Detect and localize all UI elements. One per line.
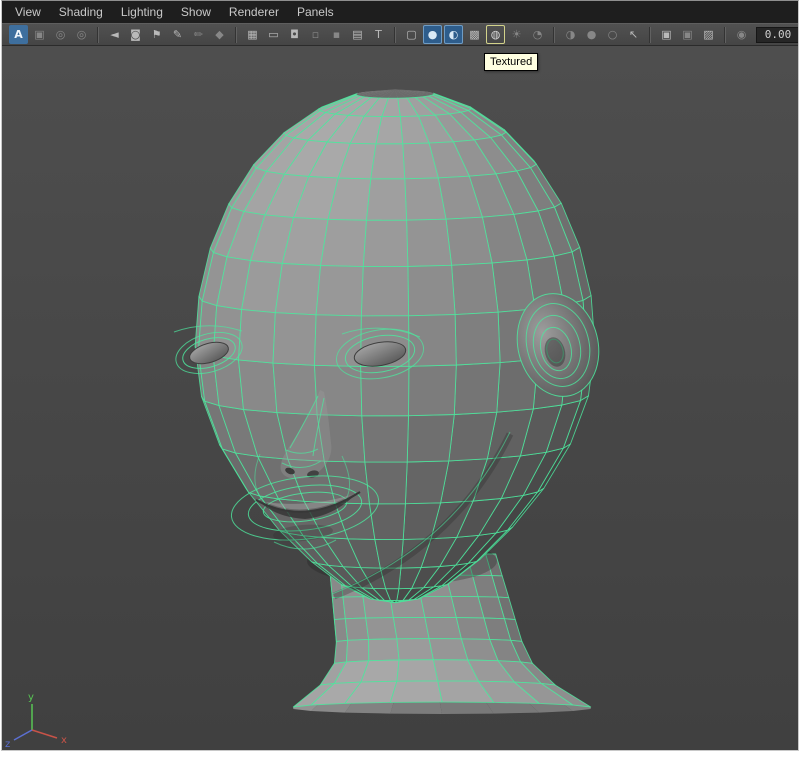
isolate-select-button[interactable]: ▣ [657,25,676,44]
two-d-pan-zoom-button[interactable]: ◆ [210,25,229,44]
film-gate-button[interactable]: ▭ [264,25,283,44]
image-plane-button[interactable]: ◄ [105,25,124,44]
toolbar-separator [553,26,555,43]
shadows-toggle-button[interactable]: ○ [603,25,622,44]
grease-pencil-frames-button[interactable]: ✏ [189,25,208,44]
all-lights-button[interactable]: ◑ [561,25,580,44]
icon-toolbar: A ▣ ◎ ◎ ◄ ◙ ⚑ ✎ ✏ ◆ ▦ ▭ ◘ ▫ ▪ ▤ T ▢ ● ◐ ▩ ◍ ☀ ◔ ◑ ● ○ ↖ ▣ ▣ ▨ ◉ [2,23,798,46]
smooth-shade-wire-display-button[interactable]: ◐ [444,25,463,44]
axis-z-label: z [5,739,10,750]
menu-view[interactable]: View [6,1,50,23]
bookmark-view-button[interactable]: ◎ [72,25,91,44]
select-camera-button[interactable]: A [9,25,28,44]
isolate-add-selected-button[interactable]: ▣ [678,25,697,44]
axis-y-label: y [28,692,34,703]
viewport-3d[interactable]: y x z [2,46,798,750]
safe-action-button[interactable]: ▤ [348,25,367,44]
resolution-gate-button[interactable]: ◘ [285,25,304,44]
gate-mask-button[interactable]: ▫ [306,25,325,44]
viewport-canvas[interactable]: y x z [2,46,798,750]
view-bookmark-flag-button[interactable]: ⚑ [147,25,166,44]
grid-toggle-button[interactable]: ▦ [243,25,262,44]
textured-display-button[interactable]: ◍ [486,25,505,44]
grease-pencil-button[interactable]: ✎ [168,25,187,44]
flat-shade-display-button[interactable]: ▩ [465,25,484,44]
channel-value-field[interactable] [756,26,798,43]
safe-title-button[interactable]: T [369,25,388,44]
toolbar-left: A ▣ ◎ ◎ ◄ ◙ ⚑ ✎ ✏ ◆ ▦ ▭ ◘ ▫ ▪ ▤ T ▢ ● ◐ ▩ ◍ ☀ ◔ ◑ ● ○ [8,25,623,44]
menubar: View Shading Lighting Show Renderer Panels [2,1,798,23]
menu-lighting[interactable]: Lighting [112,1,172,23]
image-plane-display-button[interactable]: ▨ [699,25,718,44]
toolbar-separator [724,26,726,43]
toolbar-separator [97,26,99,43]
toolbar-right: ↖ ▣ ▣ ▨ ◉ [623,25,798,44]
wireframe-display-button[interactable]: ▢ [402,25,421,44]
menu-renderer[interactable]: Renderer [220,1,288,23]
renderer-settings-button[interactable]: ◉ [732,25,751,44]
lock-camera-button[interactable]: ▣ [30,25,49,44]
tooltip-textured: Textured [484,53,539,71]
toolbar-separator [394,26,396,43]
smooth-shade-display-button[interactable]: ● [423,25,442,44]
xray-display-button[interactable]: ◔ [528,25,547,44]
menu-shading[interactable]: Shading [50,1,112,23]
toolbar-separator [649,26,651,43]
panel-window: View Shading Lighting Show Renderer Panels A ▣… [1,0,799,751]
menu-panels[interactable]: Panels [288,1,343,23]
use-default-material-button[interactable]: ☀ [507,25,526,44]
field-chart-button[interactable]: ▪ [327,25,346,44]
menu-show[interactable]: Show [172,1,220,23]
axis-x-label: x [61,735,67,746]
toolbar-separator [235,26,237,43]
default-lighting-button[interactable]: ● [582,25,601,44]
shot-camera-button[interactable]: ◙ [126,25,145,44]
camera-attributes-button[interactable]: ◎ [51,25,70,44]
select-tool-button[interactable]: ↖ [624,25,643,44]
